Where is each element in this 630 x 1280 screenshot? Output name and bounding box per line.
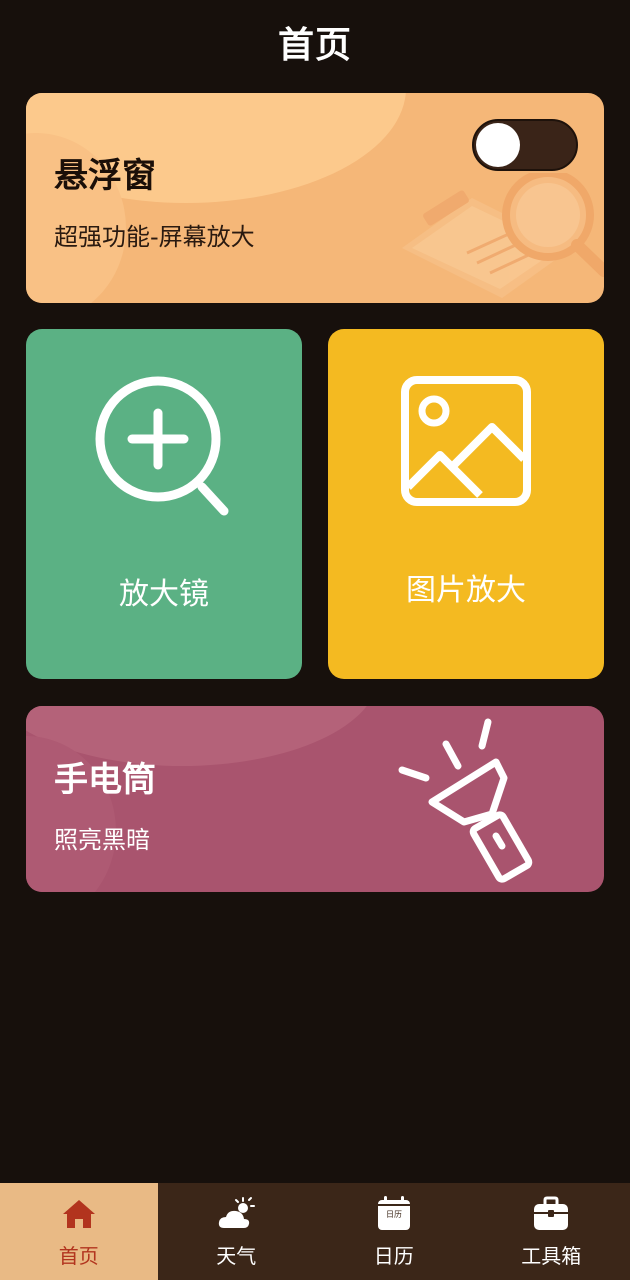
magnifier-label: 放大镜 [119, 577, 209, 612]
nav-label: 日历 [373, 1244, 414, 1268]
home-icon [62, 1200, 95, 1228]
nav-label: 天气 [216, 1244, 257, 1268]
floating-window-card[interactable]: 悬浮窗 超强功能-屏幕放大 [26, 93, 604, 303]
zoom-in-icon [95, 376, 229, 516]
flashlight-icon [398, 718, 533, 883]
floating-window-toggle[interactable] [472, 119, 578, 171]
magnifier-document-illustration [402, 173, 604, 298]
nav-label: 工具箱 [521, 1244, 582, 1268]
nav-item-toolbox[interactable]: 工具箱 [473, 1183, 630, 1280]
image-zoom-card[interactable]: 图片放大 [328, 329, 604, 679]
calendar-icon-text: 日历 [386, 1210, 402, 1219]
image-icon [401, 376, 531, 506]
nav-item-weather[interactable]: 天气 [158, 1183, 316, 1280]
flashlight-subtitle: 照亮黑暗 [54, 826, 150, 854]
floating-window-title: 悬浮窗 [54, 156, 156, 196]
flashlight-card[interactable]: 手电筒 照亮黑暗 [26, 706, 604, 892]
image-zoom-label: 图片放大 [406, 573, 526, 608]
flashlight-title: 手电筒 [54, 760, 156, 800]
magnifier-card[interactable]: 放大镜 [26, 329, 302, 679]
toolbox-icon [534, 1196, 569, 1230]
weather-icon [219, 1197, 256, 1228]
nav-label: 首页 [58, 1244, 99, 1268]
nav-item-calendar[interactable]: 日历 日历 [315, 1183, 473, 1280]
app-header: 首页 [0, 0, 630, 84]
calendar-icon: 日历 [377, 1196, 410, 1230]
toggle-knob [476, 123, 520, 167]
page-title: 首页 [277, 25, 352, 66]
nav-item-home[interactable]: 首页 [0, 1183, 158, 1280]
floating-window-subtitle: 超强功能-屏幕放大 [54, 223, 255, 251]
bottom-nav: 首页 天气 日历 日历 工具箱 [0, 1183, 630, 1280]
